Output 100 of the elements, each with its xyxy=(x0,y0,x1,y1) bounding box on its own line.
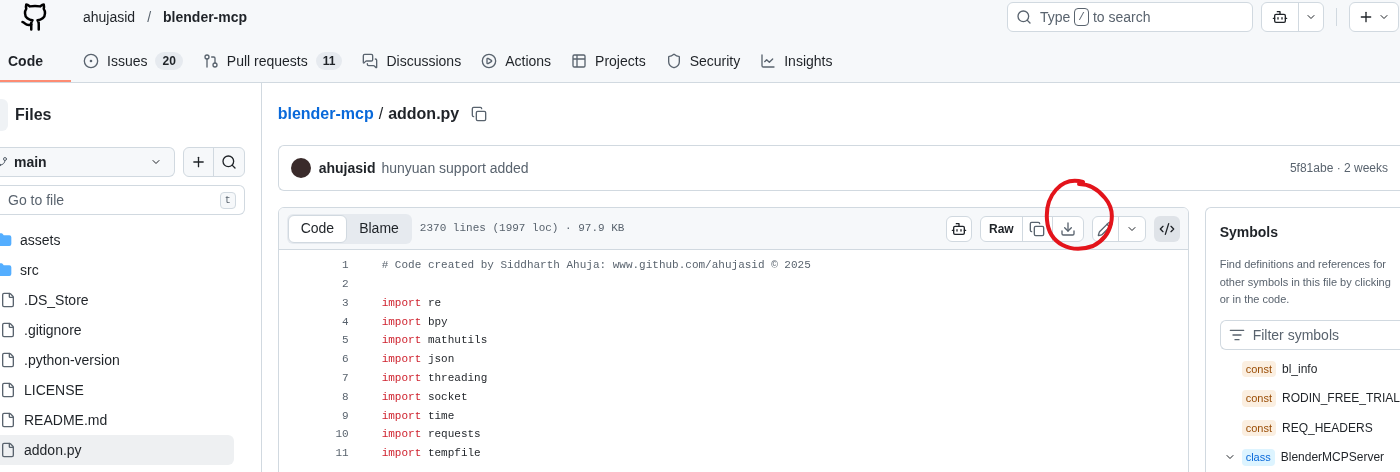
repo-tab[interactable]: Discussions xyxy=(354,42,470,82)
symbols-title: Symbols xyxy=(1219,223,1280,242)
file-icon xyxy=(0,352,16,368)
issue-icon xyxy=(83,53,99,69)
symbol-item[interactable]: const RODIN_FREE_TRIAL xyxy=(1219,383,1400,413)
create-new-button[interactable] xyxy=(1349,2,1399,32)
count-badge: 20 xyxy=(155,52,183,70)
file-tree-item[interactable]: LICENSE xyxy=(0,375,234,405)
path-separator: / xyxy=(147,7,152,27)
tab-label: Pull requests xyxy=(226,51,308,71)
code-line: import re xyxy=(381,295,442,311)
search-icon xyxy=(1016,9,1032,25)
file-tree-item[interactable]: .DS_Store xyxy=(0,285,234,315)
line-number: 5 xyxy=(341,333,349,349)
line-number: 3 xyxy=(341,295,349,311)
repo-tab[interactable]: Security xyxy=(657,42,749,82)
tab-label: Code xyxy=(8,51,43,71)
breadcrumb-separator: / xyxy=(378,104,384,124)
view-tab[interactable]: Blame xyxy=(347,214,411,243)
symbol-item[interactable]: const REQ_HEADERS xyxy=(1219,413,1400,443)
breadcrumb-repo-link[interactable]: blender-mcp xyxy=(277,102,374,126)
tab-label: Actions xyxy=(505,51,552,71)
commit-author[interactable]: ahujasid xyxy=(318,157,376,179)
repo-tab[interactable]: Code xyxy=(0,42,71,82)
search-shortcut-key: / xyxy=(1074,7,1089,27)
copy-path-icon[interactable] xyxy=(471,106,488,122)
symbol-item[interactable]: const bl_info xyxy=(1219,354,1400,384)
repo-tab[interactable]: Pull requests 11 xyxy=(194,42,351,82)
line-number: 9 xyxy=(341,408,349,424)
code-comment: # Code created by Siddharth Ahuja: www.github.com/ahujasid © 2025 xyxy=(381,258,811,274)
symbol-kind-tag: class xyxy=(1241,449,1275,466)
commit-meta: 5f81abe · 2 weeks xyxy=(1289,160,1388,177)
folder-icon xyxy=(0,262,12,278)
line-number: 11 xyxy=(334,446,349,462)
file-tree-item[interactable]: .gitignore xyxy=(0,315,234,345)
count-badge: 11 xyxy=(315,52,343,70)
copilot-button[interactable] xyxy=(946,215,972,242)
line-number: 8 xyxy=(341,389,349,405)
tab-label: Projects xyxy=(595,51,646,71)
file-tree-item[interactable]: README.md xyxy=(0,405,234,435)
shortcut-key: t xyxy=(219,191,236,209)
symbols-description: Find definitions and references for other symbols in this file by clicking or in the code. xyxy=(1219,257,1392,307)
file-icon xyxy=(0,292,16,308)
branch-selector[interactable]: main xyxy=(0,147,175,177)
tab-label: Security xyxy=(689,51,741,71)
repo-tab[interactable]: Issues 20 xyxy=(75,42,191,82)
code-line: import bpy xyxy=(381,314,448,330)
code-icon xyxy=(1158,220,1175,237)
symbols-toggle-button[interactable] xyxy=(1153,215,1180,242)
file-icon xyxy=(0,382,16,398)
download-icon[interactable] xyxy=(1059,220,1076,237)
search-hint: to search xyxy=(1092,7,1151,27)
symbol-item[interactable]: class BlenderMCPServer xyxy=(1219,442,1400,472)
symbol-kind-tag: const xyxy=(1241,419,1276,436)
repo-tab[interactable]: Projects xyxy=(563,42,654,82)
file-tree-item[interactable]: .python-version xyxy=(0,345,234,375)
code-line: import mathutils xyxy=(381,333,488,349)
filter-icon xyxy=(1228,327,1245,343)
line-number: 10 xyxy=(334,427,349,443)
file-tree-item[interactable]: addon.py xyxy=(0,435,234,465)
table-icon xyxy=(571,53,588,69)
code-line: import tempfile xyxy=(381,446,481,462)
search-hint: Type xyxy=(1040,7,1071,27)
file-icon xyxy=(0,442,16,458)
shield-icon xyxy=(665,53,682,69)
tab-label: Insights xyxy=(784,51,833,71)
code-line: import threading xyxy=(381,370,488,386)
commit-message[interactable]: hunyuan support added xyxy=(381,157,529,179)
line-number: 1 xyxy=(341,258,349,274)
file-icon xyxy=(0,412,16,428)
view-tab[interactable]: Code xyxy=(287,214,348,243)
play-icon xyxy=(481,53,498,69)
code-line: import time xyxy=(381,408,455,424)
symbol-kind-tag: const xyxy=(1241,360,1276,377)
discussion-icon xyxy=(362,53,379,69)
search-field[interactable]: Type / to search xyxy=(1007,2,1253,32)
owner-link[interactable]: ahujasid xyxy=(83,6,136,28)
code-line: import requests xyxy=(381,427,481,443)
line-number: 4 xyxy=(341,314,349,330)
filter-symbols-field[interactable]: Filter symbols xyxy=(1219,320,1400,350)
folder-icon xyxy=(0,232,12,248)
line-number: 2 xyxy=(341,276,349,292)
file-tree-item[interactable]: assets xyxy=(0,225,234,255)
copilot-button[interactable] xyxy=(1261,2,1324,32)
file-info: 2370 lines (1997 loc) · 97.9 KB xyxy=(419,221,625,237)
plus-icon xyxy=(1358,9,1374,25)
line-number: 6 xyxy=(341,352,349,368)
copy-icon[interactable] xyxy=(1029,220,1046,237)
repo-tab[interactable]: Actions xyxy=(473,42,560,82)
tab-label: Discussions xyxy=(386,51,462,71)
tab-label: Issues xyxy=(107,51,148,71)
repo-link[interactable]: blender-mcp xyxy=(163,6,248,28)
symbol-kind-tag: const xyxy=(1241,390,1276,407)
file-tree-item[interactable]: src xyxy=(0,255,234,285)
go-to-file-field[interactable]: Go to file t xyxy=(0,185,245,215)
breadcrumb-file: addon.py xyxy=(388,104,460,124)
code-line: import json xyxy=(381,352,455,368)
repo-tab[interactable]: Insights xyxy=(752,42,841,82)
avatar xyxy=(290,158,311,178)
line-number: 7 xyxy=(341,370,349,386)
